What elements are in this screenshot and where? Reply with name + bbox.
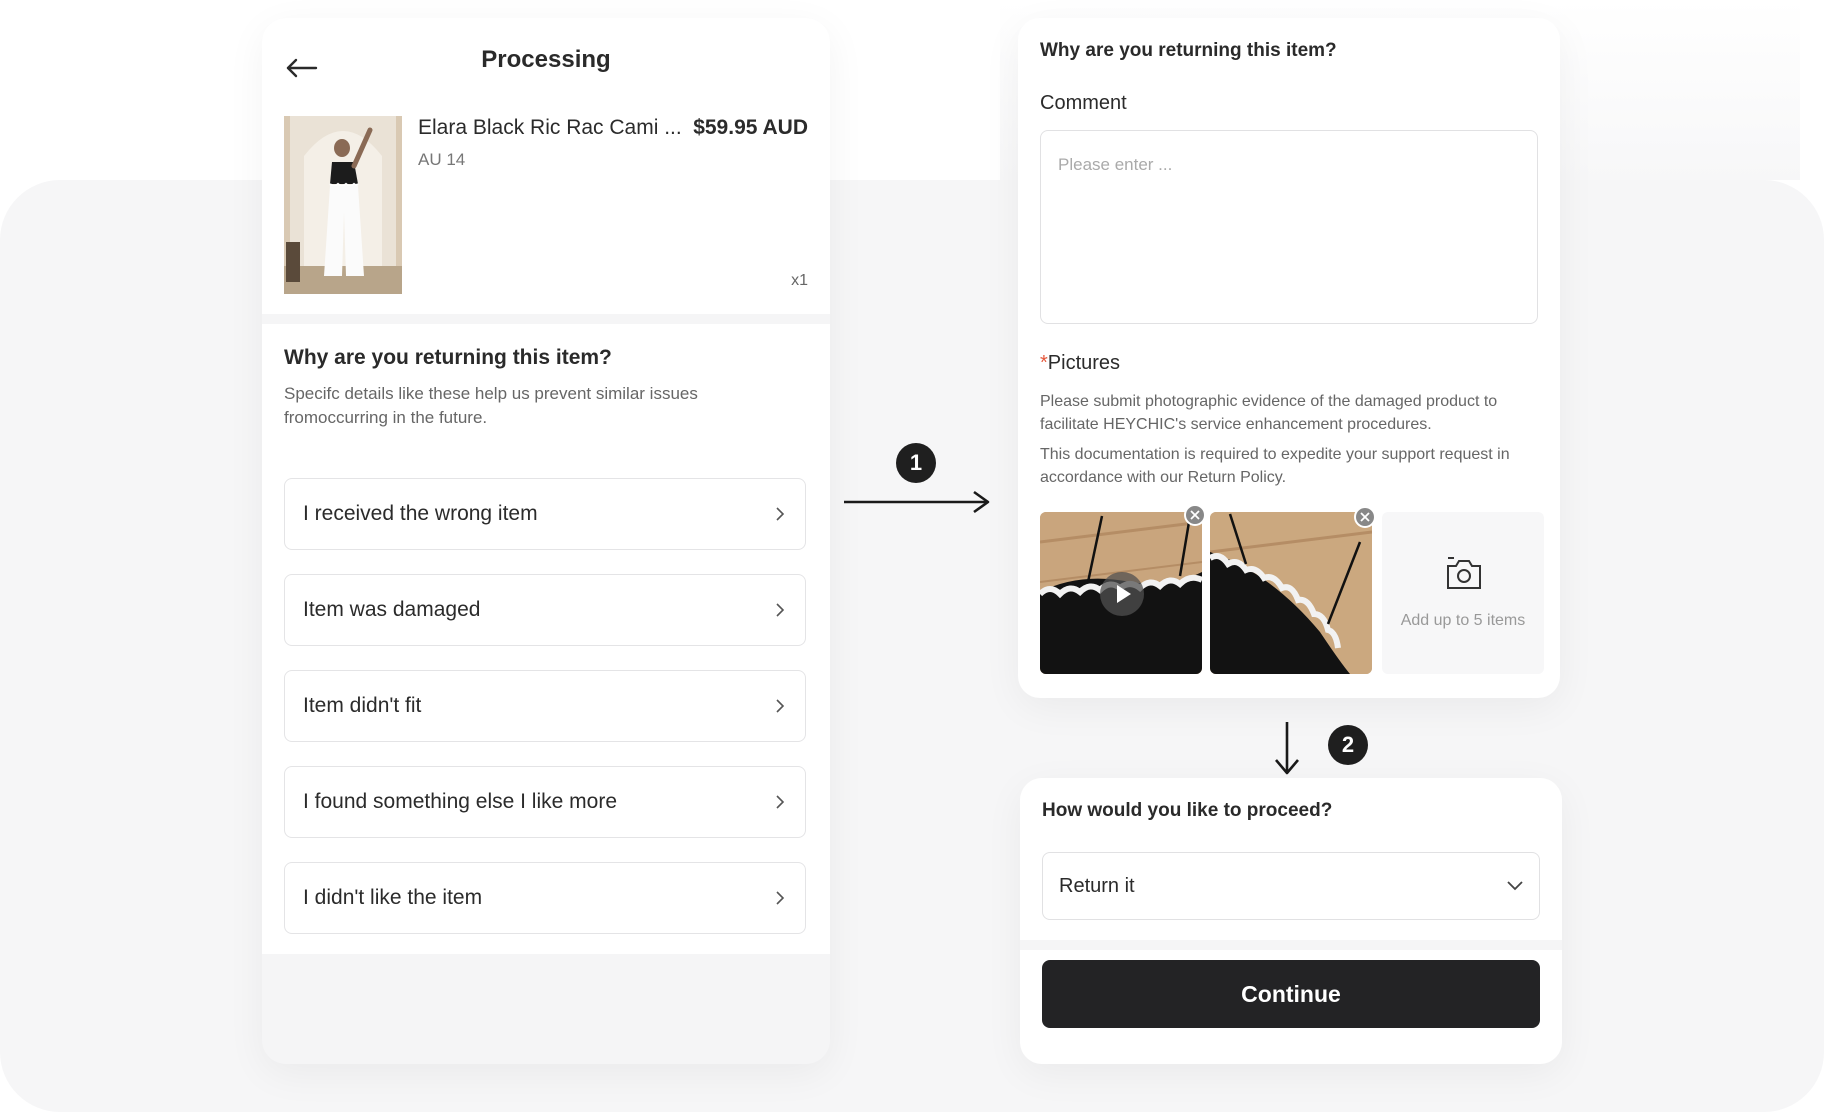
comment-textarea[interactable] bbox=[1040, 130, 1538, 324]
step-2-badge: 2 bbox=[1328, 725, 1368, 765]
remove-media-icon[interactable] bbox=[1184, 504, 1206, 526]
add-media-label: Add up to 5 items bbox=[1400, 612, 1526, 629]
proceed-section: How would you like to proceed? Return it bbox=[1020, 778, 1562, 940]
product-name: Elara Black Ric Rac Cami ... bbox=[418, 116, 682, 139]
continue-button[interactable]: Continue bbox=[1042, 960, 1540, 1028]
proceed-card: How would you like to proceed? Return it… bbox=[1020, 778, 1562, 1064]
order-header: Processing Elara Black Ric Rac Cami ... … bbox=[262, 18, 830, 314]
uploaded-video-thumbnail[interactable] bbox=[1040, 512, 1202, 674]
chevron-right-icon bbox=[776, 603, 785, 617]
action-bar: Continue bbox=[1020, 950, 1562, 1064]
remove-media-icon[interactable] bbox=[1354, 506, 1376, 528]
reasons-subtitle: Specifc details like these help us preve… bbox=[284, 384, 698, 427]
return-details-card: Why are you returning this item? Comment… bbox=[1018, 18, 1560, 698]
reason-item-damaged[interactable]: Item was damaged bbox=[284, 574, 806, 646]
comment-label: Comment bbox=[1040, 92, 1127, 114]
proceed-select[interactable]: Return it bbox=[1042, 852, 1540, 920]
chevron-right-icon bbox=[776, 795, 785, 809]
pictures-requirement-note: This documentation is required to expedi… bbox=[1040, 446, 1510, 486]
reason-label: I didn't like the item bbox=[303, 886, 483, 909]
proceed-selected-value: Return it bbox=[1059, 874, 1135, 897]
reason-label: Item was damaged bbox=[303, 598, 481, 621]
reason-item-wrong-item[interactable]: I received the wrong item bbox=[284, 478, 806, 550]
chevron-right-icon bbox=[776, 507, 785, 521]
return-reasons-section: Why are you returning this item? Specifc… bbox=[262, 324, 830, 954]
product-quantity: x1 bbox=[791, 272, 808, 289]
pictures-label: *Pictures bbox=[1040, 352, 1120, 375]
reason-selection-screen: Processing Elara Black Ric Rac Cami ... … bbox=[262, 18, 830, 1064]
chevron-down-icon bbox=[1507, 881, 1523, 891]
camera-icon bbox=[1447, 557, 1481, 589]
details-title: Why are you returning this item? bbox=[1040, 40, 1337, 61]
product-price: $59.95 AUD bbox=[693, 116, 808, 139]
reason-item-found-else[interactable]: I found something else I like more bbox=[284, 766, 806, 838]
required-mark: * bbox=[1040, 352, 1048, 374]
reason-label: Item didn't fit bbox=[303, 694, 422, 717]
add-media-button[interactable]: Add up to 5 items bbox=[1382, 512, 1544, 674]
reason-label: I received the wrong item bbox=[303, 502, 538, 525]
product-size: AU 14 bbox=[418, 150, 466, 169]
reasons-title: Why are you returning this item? bbox=[284, 346, 612, 369]
proceed-title: How would you like to proceed? bbox=[1042, 800, 1333, 821]
step-1-badge: 1 bbox=[896, 443, 936, 483]
arrow-down-icon bbox=[1275, 722, 1299, 775]
chevron-right-icon bbox=[776, 891, 785, 905]
pictures-label-text: Pictures bbox=[1047, 352, 1121, 374]
chevron-right-icon bbox=[776, 699, 785, 713]
product-image bbox=[284, 116, 402, 294]
reason-item-didnt-fit[interactable]: Item didn't fit bbox=[284, 670, 806, 742]
play-icon[interactable] bbox=[1100, 572, 1144, 616]
uploaded-photo-thumbnail[interactable] bbox=[1210, 512, 1372, 674]
reason-label: I found something else I like more bbox=[303, 790, 617, 813]
pictures-description: Please submit photographic evidence of t… bbox=[1040, 393, 1498, 433]
page-title: Processing bbox=[481, 46, 611, 73]
reason-item-didnt-like[interactable]: I didn't like the item bbox=[284, 862, 806, 934]
arrow-right-icon bbox=[844, 490, 990, 514]
